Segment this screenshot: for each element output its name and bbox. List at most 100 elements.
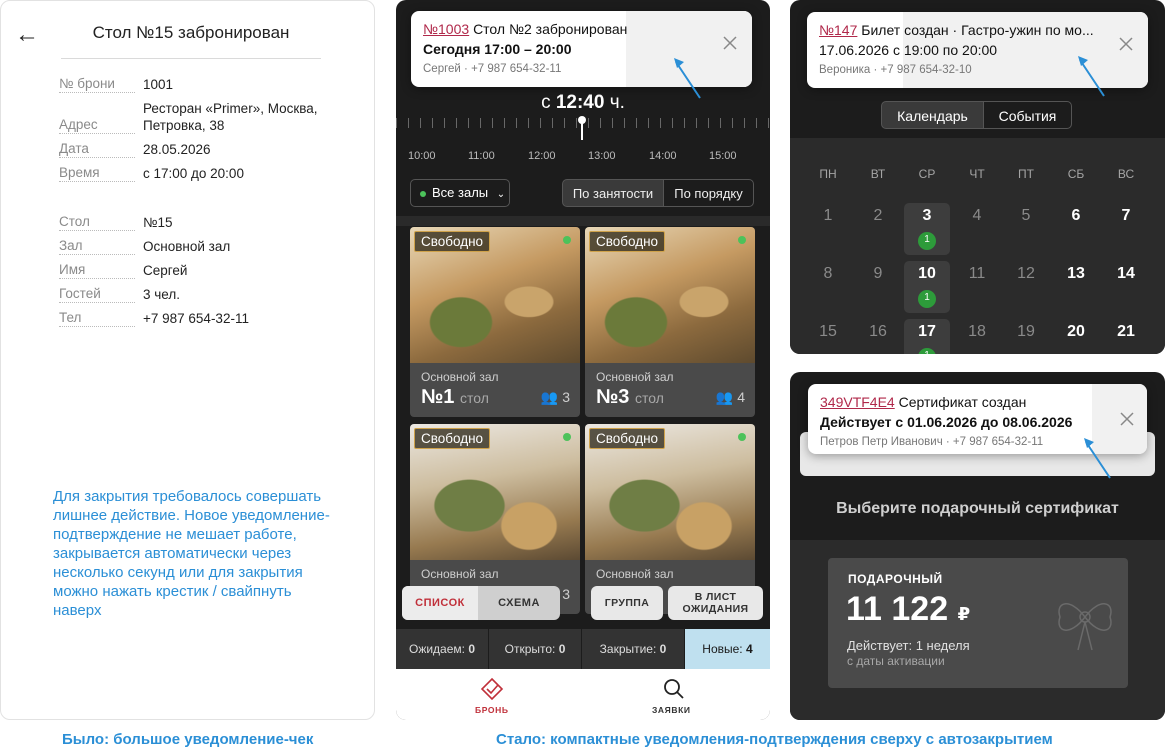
calendar-day[interactable]: 15	[808, 323, 848, 341]
calendar-day[interactable]: 4	[957, 207, 997, 225]
close-icon[interactable]	[1119, 411, 1135, 427]
tab-by-order[interactable]: По порядку	[663, 179, 754, 207]
view-scheme-button[interactable]: СХЕМА	[478, 586, 560, 620]
bottom-tab-bar: БРОНЬ ЗАЯВКИ	[396, 669, 770, 720]
status-open[interactable]: Открыто: 0	[489, 629, 581, 669]
booking-id-link[interactable]: №1003	[423, 21, 469, 37]
timeline-base	[396, 128, 770, 148]
status-dot-icon	[420, 190, 426, 197]
calendar-day[interactable]: 19	[1006, 323, 1046, 341]
free-dot-icon	[563, 236, 571, 244]
certificate-amount: 11 122 ₽	[846, 590, 970, 629]
calendar-day-weekend[interactable]: 7	[1106, 207, 1146, 225]
section-divider	[396, 216, 770, 226]
receipt-value: 1001	[143, 77, 174, 92]
hall-filter-label: Все залы	[432, 185, 489, 200]
time-suffix: ч.	[609, 92, 625, 113]
arrow-left-icon[interactable]: ←	[15, 21, 39, 49]
caption-before: Было: большое уведомление-чек	[62, 731, 314, 748]
tab-booking[interactable]: БРОНЬ	[456, 669, 526, 720]
calendar-day-weekend[interactable]: 13	[1056, 265, 1096, 283]
currency-sign: ₽	[957, 604, 971, 624]
table-unit: стол	[634, 390, 664, 406]
toast-title-line: №147 Билет создан · Гастро-ужин по мо...	[819, 22, 1094, 38]
current-time: с 12:40 ч.	[396, 92, 770, 114]
calendar-day-with-event[interactable]: 17 1	[904, 319, 950, 354]
calendar-day[interactable]: 16	[858, 323, 898, 341]
toast-time: Действует с 01.06.2026 до 08.06.2026	[820, 414, 1073, 430]
table-card[interactable]: Свободно Основной зал №3 стол 👥 4	[585, 227, 755, 417]
status-closing[interactable]: Закрытие: 0	[582, 629, 684, 669]
receipt-key: Гостей	[59, 286, 135, 303]
receipt-key: Дата	[59, 141, 135, 158]
calendar-day-with-event[interactable]: 10 1	[904, 261, 950, 313]
pointer-arrow-icon	[1078, 56, 1105, 97]
toast-time: Сегодня 17:00 – 20:00	[423, 41, 572, 57]
waitlist-label-2: ОЖИДАНИЯ	[682, 603, 749, 615]
receipt-row: Время с 17:00 до 20:00	[59, 164, 349, 182]
calendar-day-weekend[interactable]: 6	[1056, 207, 1096, 225]
receipt-row: Дата 28.05.2026	[59, 140, 349, 158]
calendar-day-with-event[interactable]: 31	[904, 203, 950, 255]
tab-calendar[interactable]: Календарь	[881, 101, 984, 129]
calendar-day-weekend[interactable]: 14	[1106, 265, 1146, 283]
section-heading: Выберите подарочный сертификат	[836, 500, 1119, 517]
amount-value: 11 122	[846, 590, 949, 628]
status-badge: Свободно	[589, 428, 666, 449]
table-card[interactable]: Свободно Основной зал №1 стол 👥 3	[410, 227, 580, 417]
timeline-label: 12:00	[528, 150, 556, 162]
table-number: №1	[421, 386, 455, 408]
certificate-card[interactable]: ПОДАРОЧНЫЙ 11 122 ₽ Действует: 1 неделя …	[828, 558, 1128, 688]
people-icon: 👥	[715, 389, 734, 405]
status-count: 0	[659, 642, 667, 656]
gift-bow-icon	[1058, 603, 1112, 651]
waitlist-button[interactable]: В ЛИСТ ОЖИДАНИЯ	[668, 586, 763, 620]
timeline-label: 13:00	[588, 150, 616, 162]
ticket-id-link[interactable]: №147	[819, 22, 857, 38]
receipt-value: 28.05.2026	[143, 142, 211, 157]
view-list-button[interactable]: СПИСОК	[402, 586, 478, 620]
group-button[interactable]: ГРУППА	[591, 586, 663, 620]
status-count: 0	[558, 642, 566, 656]
day-number: 10	[918, 265, 936, 282]
status-waiting[interactable]: Ожидаем: 0	[396, 629, 488, 669]
waitlist-label-1: В ЛИСТ	[694, 591, 737, 603]
status-new[interactable]: Новые: 4	[685, 629, 770, 669]
receipt-value: Ресторан «Primer», Москва, Петровка, 38	[143, 101, 318, 133]
calendar-day-weekend[interactable]: 20	[1056, 323, 1096, 341]
receipt-row: № брони 1001	[59, 75, 349, 93]
certificate-label: ПОДАРОЧНЫЙ	[848, 572, 943, 586]
certificate-id-link[interactable]: 349VTF4E4	[820, 394, 895, 410]
timeline-label: 14:00	[649, 150, 677, 162]
status-badge: Свободно	[589, 231, 666, 252]
calendar-day[interactable]: 5	[1006, 207, 1046, 225]
guest-count: 3	[562, 586, 570, 602]
events-calendar-screen: Календарь События ПН ВТ СР ЧТ ПТ СБ ВС 1…	[790, 0, 1165, 354]
explanation-note: Для закрытия требовалось совершать лишне…	[53, 488, 330, 619]
card-hall: Основной зал	[421, 567, 499, 581]
tab-requests[interactable]: ЗАЯВКИ	[638, 669, 708, 720]
calendar-day[interactable]: 8	[808, 265, 848, 283]
toast-title: Сертификат создан	[898, 394, 1027, 410]
toast-meta: Вероника · +7 987 654-32-10	[819, 64, 972, 76]
weekday-label: СБ	[1067, 167, 1085, 181]
calendar-day[interactable]: 11	[957, 265, 997, 283]
close-icon[interactable]	[1118, 36, 1134, 52]
receipt-key: Стол	[59, 214, 135, 231]
calendar-day[interactable]: 9	[858, 265, 898, 283]
hall-filter-dropdown[interactable]: Все залы ⌄	[410, 179, 510, 207]
calendar-day[interactable]: 18	[957, 323, 997, 341]
toast-title-line: №1003 Стол №2 забронирован	[423, 21, 627, 37]
calendar-day[interactable]: 2	[858, 207, 898, 225]
status-label: Ожидаем:	[408, 642, 465, 656]
guest-number: 4	[737, 389, 745, 405]
caption-after: Стало: компактные уведомления-подтвержде…	[496, 731, 1053, 748]
calendar-day[interactable]: 1	[808, 207, 848, 225]
tab-events[interactable]: События	[983, 101, 1072, 129]
time-slider-knob[interactable]	[578, 116, 586, 124]
table-unit: стол	[459, 390, 489, 406]
close-icon[interactable]	[722, 35, 738, 51]
calendar-day-weekend[interactable]: 21	[1106, 323, 1146, 341]
tab-by-occupancy[interactable]: По занятости	[562, 179, 664, 207]
calendar-day[interactable]: 12	[1006, 265, 1046, 283]
